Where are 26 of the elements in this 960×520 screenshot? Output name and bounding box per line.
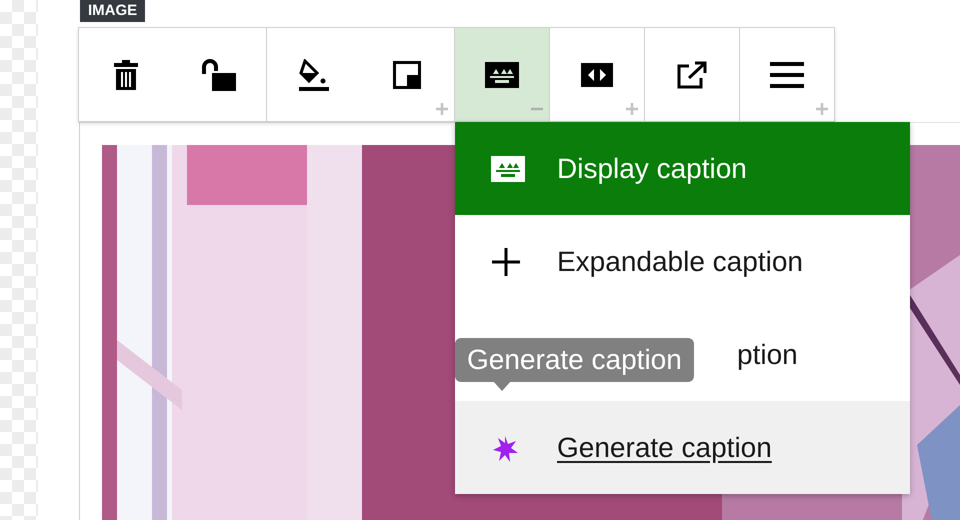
toolbar-button[interactable] <box>740 28 834 121</box>
toolbar-button[interactable] <box>267 28 360 121</box>
toolbar-button[interactable] <box>172 28 266 121</box>
caption-icon <box>491 156 525 182</box>
plus-icon <box>491 246 521 276</box>
unlock-icon <box>202 58 236 90</box>
left-right-arrows-icon <box>581 62 613 86</box>
paint-bucket-icon <box>298 58 329 90</box>
trash-icon <box>112 60 139 90</box>
plus-icon <box>816 103 828 115</box>
menu-icon <box>770 62 804 88</box>
menu-item[interactable]: Generate caption <box>455 401 910 494</box>
menu-item[interactable]: Expandable caption <box>455 215 910 308</box>
caption-icon <box>485 62 519 88</box>
toolbar-button[interactable] <box>645 28 739 121</box>
plus-icon <box>626 103 638 115</box>
toolbar-button[interactable] <box>360 28 454 121</box>
image-label: IMAGE <box>80 0 146 22</box>
external-link-icon <box>677 60 707 88</box>
plus-icon <box>436 103 448 115</box>
toolbar-button[interactable] <box>79 28 172 121</box>
toolbar-button[interactable] <box>550 28 644 121</box>
corner-square-icon <box>393 60 422 88</box>
tooltip-arrow-icon <box>493 381 511 391</box>
toolbar-button[interactable] <box>455 28 549 121</box>
menu-item[interactable]: Display caption <box>455 122 910 215</box>
